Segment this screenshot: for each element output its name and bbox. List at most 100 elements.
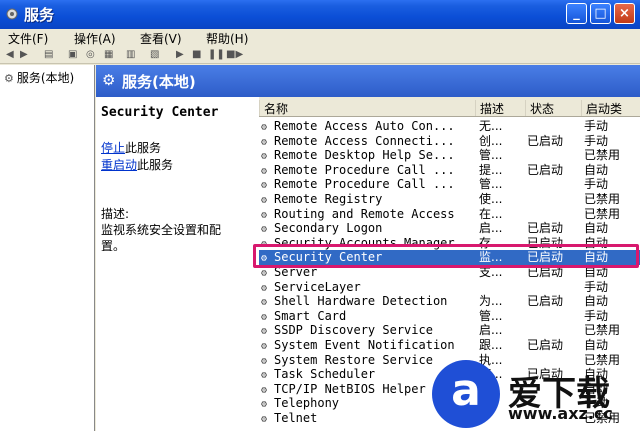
restart-icon[interactable]: ■▶	[226, 49, 243, 60]
menu-file[interactable]: 文件(F)	[8, 30, 48, 47]
menu-view[interactable]: 查看(V)	[140, 30, 182, 47]
service-name-text: Remote Access Auto Con...	[274, 119, 455, 133]
menu-help[interactable]: 帮助(H)	[206, 30, 248, 47]
service-description-cell: 提...	[479, 162, 503, 177]
service-row[interactable]: ⚙ Remote Access Auto Con... 无... 手动	[259, 119, 640, 134]
service-description-cell: 支...	[479, 265, 503, 279]
description-label: 描述:	[101, 207, 130, 221]
service-name-cell: ⚙ Security Center	[261, 250, 473, 266]
watermark-url: www.axz.cc	[508, 404, 613, 423]
service-name-text: Remote Desktop Help Se...	[274, 148, 455, 163]
service-gear-icon: ⚙	[261, 414, 268, 425]
service-row[interactable]: ⚙ Secondary Logon 启... 已启动 自动	[259, 221, 640, 236]
service-name-text: Secondary Logon	[274, 221, 383, 236]
service-startup-cell: 手动	[584, 308, 609, 323]
properties-icon[interactable]: ▣	[68, 49, 77, 60]
forward-icon[interactable]: ▶	[20, 49, 28, 60]
tree-item-services-local[interactable]: ⚙ 服务(本地)	[4, 69, 74, 86]
service-startup-cell: 手动	[584, 177, 609, 192]
service-row[interactable]: ⚙ Remote Registry 使... 已禁用	[259, 192, 640, 207]
service-name-text: Security Accounts Manager	[274, 235, 455, 250]
service-status-cell: 已启动	[527, 133, 564, 148]
service-name-text: Remote Procedure Call ...	[274, 177, 455, 192]
service-name-text: System Event Notification	[274, 338, 455, 352]
export-icon[interactable]: ▦	[104, 49, 113, 60]
service-startup-cell: 自动	[584, 221, 609, 236]
service-name-cell: ⚙ Secondary Logon	[261, 221, 473, 237]
service-name-cell: ⚙ Routing and Remote Access	[261, 207, 473, 223]
service-row[interactable]: ⚙ Routing and Remote Access 在... 已禁用	[259, 207, 640, 222]
service-name-cell: ⚙ System Event Notification	[261, 338, 473, 354]
stop-icon[interactable]: ■	[192, 49, 201, 60]
service-description-cell: 启...	[479, 221, 503, 236]
minimize-button[interactable]: _	[566, 3, 587, 24]
menu-bar: 文件(F) 操作(A) 查看(V) 帮助(H)	[0, 29, 640, 47]
service-name-text: Telnet	[274, 411, 318, 425]
service-row[interactable]: ⚙ Server 支... 已启动 自动	[259, 265, 640, 280]
service-description-cell: 无...	[479, 119, 503, 133]
service-name-text: SSDP Discovery Service	[274, 323, 433, 338]
service-description-cell: 为...	[479, 294, 503, 309]
service-description-cell: 监...	[479, 250, 503, 265]
service-name-cell: ⚙ ServiceLayer	[261, 280, 473, 296]
restart-service-link[interactable]: 重启动	[101, 158, 137, 172]
toolbar: ◀ ▶ ▤ ▣ ◎ ▦ ▥ ▧ ▶ ■ ❚❚ ■▶	[0, 47, 640, 64]
help2-icon[interactable]: ▧	[150, 49, 159, 60]
service-startup-cell: 自动	[584, 235, 609, 250]
service-status-cell: 已启动	[527, 221, 564, 236]
close-button[interactable]: ×	[614, 3, 635, 24]
service-name-cell: ⚙ Remote Access Connecti...	[261, 134, 473, 150]
service-name-text: System Restore Service	[274, 352, 433, 367]
service-description-cell: 存...	[479, 235, 503, 250]
column-description[interactable]: 描述	[475, 100, 525, 116]
service-name-text: ServiceLayer	[274, 279, 361, 294]
service-description-cell: 使...	[479, 192, 503, 206]
stop-service-suffix: 此服务	[125, 141, 162, 155]
service-startup-cell: 自动	[584, 250, 609, 265]
service-row[interactable]: ⚙ Smart Card 管... 手动	[259, 309, 640, 324]
watermark-logo: a	[432, 360, 500, 428]
service-name-cell: ⚙ Remote Access Auto Con...	[261, 119, 473, 135]
back-icon[interactable]: ◀	[6, 49, 14, 60]
pause-icon[interactable]: ❚❚	[208, 49, 225, 60]
service-description-cell: 启...	[479, 323, 503, 338]
service-name-text: Smart Card	[274, 308, 347, 323]
service-name-cell: ⚙ Remote Desktop Help Se...	[261, 148, 473, 164]
service-row[interactable]: ⚙ Security Accounts Manager 存... 已启动 自动	[259, 236, 640, 251]
service-row[interactable]: ⚙ Remote Procedure Call ... 管... 手动	[259, 177, 640, 192]
play-icon[interactable]: ▶	[176, 49, 184, 60]
service-name-cell: ⚙ System Restore Service	[261, 353, 473, 369]
service-row[interactable]: ⚙ System Event Notification 跟... 已启动 自动	[259, 338, 640, 353]
service-startup-cell: 自动	[584, 162, 609, 177]
column-startup-type[interactable]: 启动类	[581, 100, 640, 116]
column-status[interactable]: 状态	[525, 100, 581, 116]
service-name-cell: ⚙ Smart Card	[261, 309, 473, 325]
refresh-icon[interactable]: ◎	[86, 49, 95, 60]
service-row[interactable]: ⚙ SSDP Discovery Service 启... 已禁用	[259, 323, 640, 338]
menu-action[interactable]: 操作(A)	[74, 30, 116, 47]
service-status-cell: 已启动	[527, 162, 564, 177]
title-bar: 服务 _ □ ×	[0, 0, 640, 29]
service-startup-cell: 手动	[584, 119, 609, 133]
service-startup-cell: 手动	[584, 279, 609, 294]
service-name-text: TCP/IP NetBIOS Helper	[274, 381, 426, 396]
service-row[interactable]: ⚙ Remote Procedure Call ... 提... 已启动 自动	[259, 163, 640, 178]
service-row[interactable]: ⚙ ServiceLayer 手动	[259, 280, 640, 295]
column-name[interactable]: 名称	[259, 100, 475, 116]
service-row[interactable]: ⚙ Shell Hardware Detection 为... 已启动 自动	[259, 294, 640, 309]
restart-service-suffix: 此服务	[137, 158, 174, 172]
maximize-button[interactable]: □	[590, 3, 611, 24]
stop-service-link[interactable]: 停止	[101, 141, 125, 155]
service-startup-cell: 已禁用	[584, 148, 621, 163]
services-header-icon: ⚙	[102, 71, 116, 89]
help-icon[interactable]: ▥	[126, 49, 135, 60]
view-icon[interactable]: ▤	[44, 49, 53, 60]
service-row[interactable]: ⚙ Remote Desktop Help Se... 管... 已禁用	[259, 148, 640, 163]
service-name-text: Remote Procedure Call ...	[274, 162, 455, 177]
service-name-text: Routing and Remote Access	[274, 206, 455, 221]
service-row[interactable]: ⚙ Remote Access Connecti... 创... 已启动 手动	[259, 134, 640, 149]
service-name-cell: ⚙ Shell Hardware Detection	[261, 294, 473, 310]
service-startup-cell: 自动	[584, 294, 609, 309]
service-row[interactable]: ⚙ Security Center 监... 已启动 自动	[259, 250, 640, 265]
service-name-text: Server	[274, 265, 318, 279]
